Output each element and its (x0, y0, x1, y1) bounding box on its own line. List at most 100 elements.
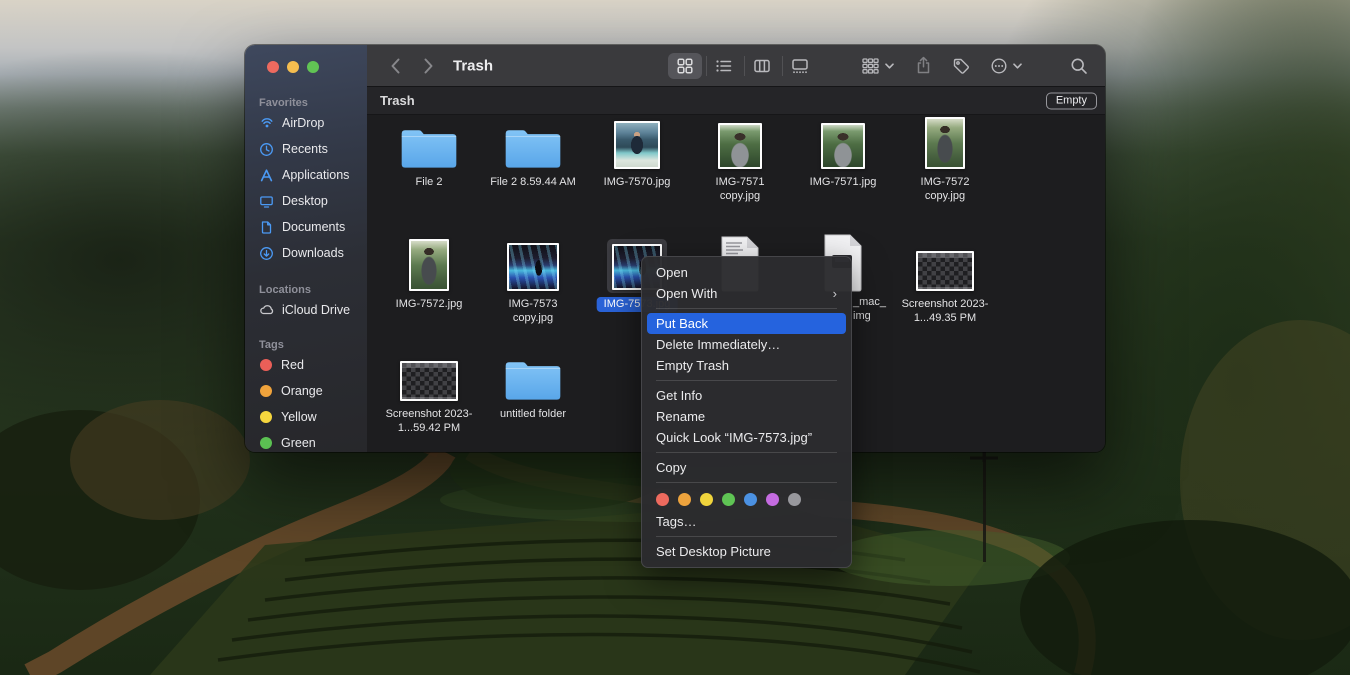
photo-thumbnail-portrait (925, 117, 965, 169)
menu-item-rename[interactable]: Rename (647, 406, 846, 427)
sidebar-item-tag-yellow[interactable]: Yellow (245, 404, 367, 430)
sidebar-item-label: Green (281, 436, 316, 450)
window-controls (245, 45, 367, 73)
desktop-icon (258, 193, 275, 210)
sidebar-item-tag-green[interactable]: Green (245, 430, 367, 452)
menu-item-copy[interactable]: Copy (647, 457, 846, 478)
orange-tag-swatch[interactable] (678, 493, 691, 506)
file-name: IMG-7573 copy.jpg (490, 297, 576, 326)
file-item[interactable]: IMG-7573 copy.jpg (481, 221, 585, 326)
more-options-button[interactable] (982, 53, 1030, 79)
section-header: Trash Empty (367, 87, 1105, 115)
photo-thumbnail-portrait (821, 123, 865, 169)
menu-item-open-with[interactable]: Open With › (647, 283, 846, 304)
applications-icon (258, 167, 275, 184)
menu-separator (656, 452, 837, 453)
list-view-button[interactable] (707, 53, 741, 79)
blue-tag-swatch[interactable] (744, 493, 757, 506)
menu-item-tags[interactable]: Tags… (647, 511, 846, 532)
menu-item-label: Open With (656, 286, 717, 301)
sidebar-item-recents[interactable]: Recents (245, 136, 367, 162)
green-tag-icon (260, 437, 272, 449)
sidebar-item-icloud-drive[interactable]: iCloud Drive (245, 297, 367, 323)
column-view-button[interactable] (745, 53, 779, 79)
menu-item-quick-look[interactable]: Quick Look “IMG-7573.jpg” (647, 427, 846, 448)
file-item[interactable]: File 2 (377, 117, 481, 189)
document-icon (258, 219, 275, 236)
purple-tag-swatch[interactable] (766, 493, 779, 506)
green-tag-swatch[interactable] (722, 493, 735, 506)
group-by-button[interactable] (853, 53, 901, 79)
column-view-icon (753, 57, 771, 75)
file-item[interactable]: IMG-7570.jpg (585, 117, 689, 189)
file-item[interactable]: Screenshot 2023-1...59.42 PM (377, 339, 481, 436)
folder-icon (504, 357, 562, 403)
menu-item-delete-immediately[interactable]: Delete Immediately… (647, 334, 846, 355)
sidebar-item-label: AirDrop (282, 116, 324, 130)
photo-thumbnail-portrait (718, 123, 762, 169)
menu-separator (656, 380, 837, 381)
icon-view-icon (676, 57, 694, 75)
sidebar-item-desktop[interactable]: Desktop (245, 188, 367, 214)
tags-button[interactable] (946, 53, 976, 79)
file-item[interactable]: IMG-7571 copy.jpg (688, 117, 792, 204)
menu-item-set-desktop-picture[interactable]: Set Desktop Picture (647, 541, 846, 562)
file-item[interactable]: IMG-7571.jpg (791, 117, 895, 189)
close-button[interactable] (267, 61, 279, 73)
file-name: Screenshot 2023-1...59.42 PM (377, 407, 481, 436)
photo-thumbnail-portrait (409, 239, 449, 291)
sidebar-item-label: Documents (282, 220, 345, 234)
sidebar-item-label: Recents (282, 142, 328, 156)
share-button[interactable] (908, 53, 938, 79)
section-title: Trash (367, 93, 415, 108)
sidebar-item-tag-red[interactable]: Red (245, 352, 367, 378)
sidebar-item-label: iCloud Drive (282, 303, 350, 317)
zoom-button[interactable] (307, 61, 319, 73)
finder-sidebar: Favorites AirDrop Recents (245, 45, 367, 452)
file-name: untitled folder (490, 407, 576, 421)
window-title: Trash (453, 57, 493, 74)
file-item[interactable]: IMG-7572 copy.jpg (893, 117, 997, 204)
sidebar-item-airdrop[interactable]: AirDrop (245, 110, 367, 136)
ellipsis-circle-icon (990, 57, 1008, 75)
red-tag-swatch[interactable] (656, 493, 669, 506)
gallery-view-button[interactable] (783, 53, 817, 79)
back-button[interactable] (382, 53, 408, 79)
cloud-icon (258, 302, 275, 319)
sidebar-section-locations: Locations (245, 283, 367, 297)
empty-trash-button[interactable]: Empty (1046, 92, 1097, 109)
forward-button[interactable] (415, 53, 441, 79)
sidebar-item-label: Downloads (282, 246, 344, 260)
file-item[interactable]: File 2 8.59.44 AM (481, 117, 585, 189)
chevron-down-icon (1013, 63, 1022, 69)
tag-color-row (642, 487, 851, 511)
menu-separator (656, 482, 837, 483)
sidebar-item-applications[interactable]: Applications (245, 162, 367, 188)
screenshot-thumbnail-chess (400, 361, 458, 401)
gray-tag-swatch[interactable] (788, 493, 801, 506)
sidebar-section-favorites: Favorites (245, 96, 367, 110)
magnifier-icon (1070, 57, 1088, 75)
icon-view-button[interactable] (668, 53, 702, 79)
sidebar-item-label: Applications (282, 168, 349, 182)
sidebar-item-label: Orange (281, 384, 323, 398)
clock-icon (258, 141, 275, 158)
menu-item-get-info[interactable]: Get Info (647, 385, 846, 406)
search-button[interactable] (1064, 53, 1094, 79)
file-item[interactable]: IMG-7572.jpg (377, 221, 481, 311)
sidebar-item-downloads[interactable]: Downloads (245, 240, 367, 266)
sidebar-item-documents[interactable]: Documents (245, 214, 367, 240)
context-menu: Open Open With › Put Back Delete Immedia… (641, 256, 852, 568)
menu-item-put-back[interactable]: Put Back (647, 313, 846, 334)
airdrop-icon (258, 115, 275, 132)
file-item[interactable]: Screenshot 2023-1...49.35 PM (893, 221, 997, 326)
menu-item-open[interactable]: Open (647, 262, 846, 283)
menu-item-empty-trash[interactable]: Empty Trash (647, 355, 846, 376)
gallery-view-icon (791, 57, 809, 75)
sidebar-item-tag-orange[interactable]: Orange (245, 378, 367, 404)
yellow-tag-swatch[interactable] (700, 493, 713, 506)
orange-tag-icon (260, 385, 272, 397)
file-name: IMG-7572.jpg (386, 297, 472, 311)
file-item[interactable]: untitled folder (481, 339, 585, 421)
minimize-button[interactable] (287, 61, 299, 73)
